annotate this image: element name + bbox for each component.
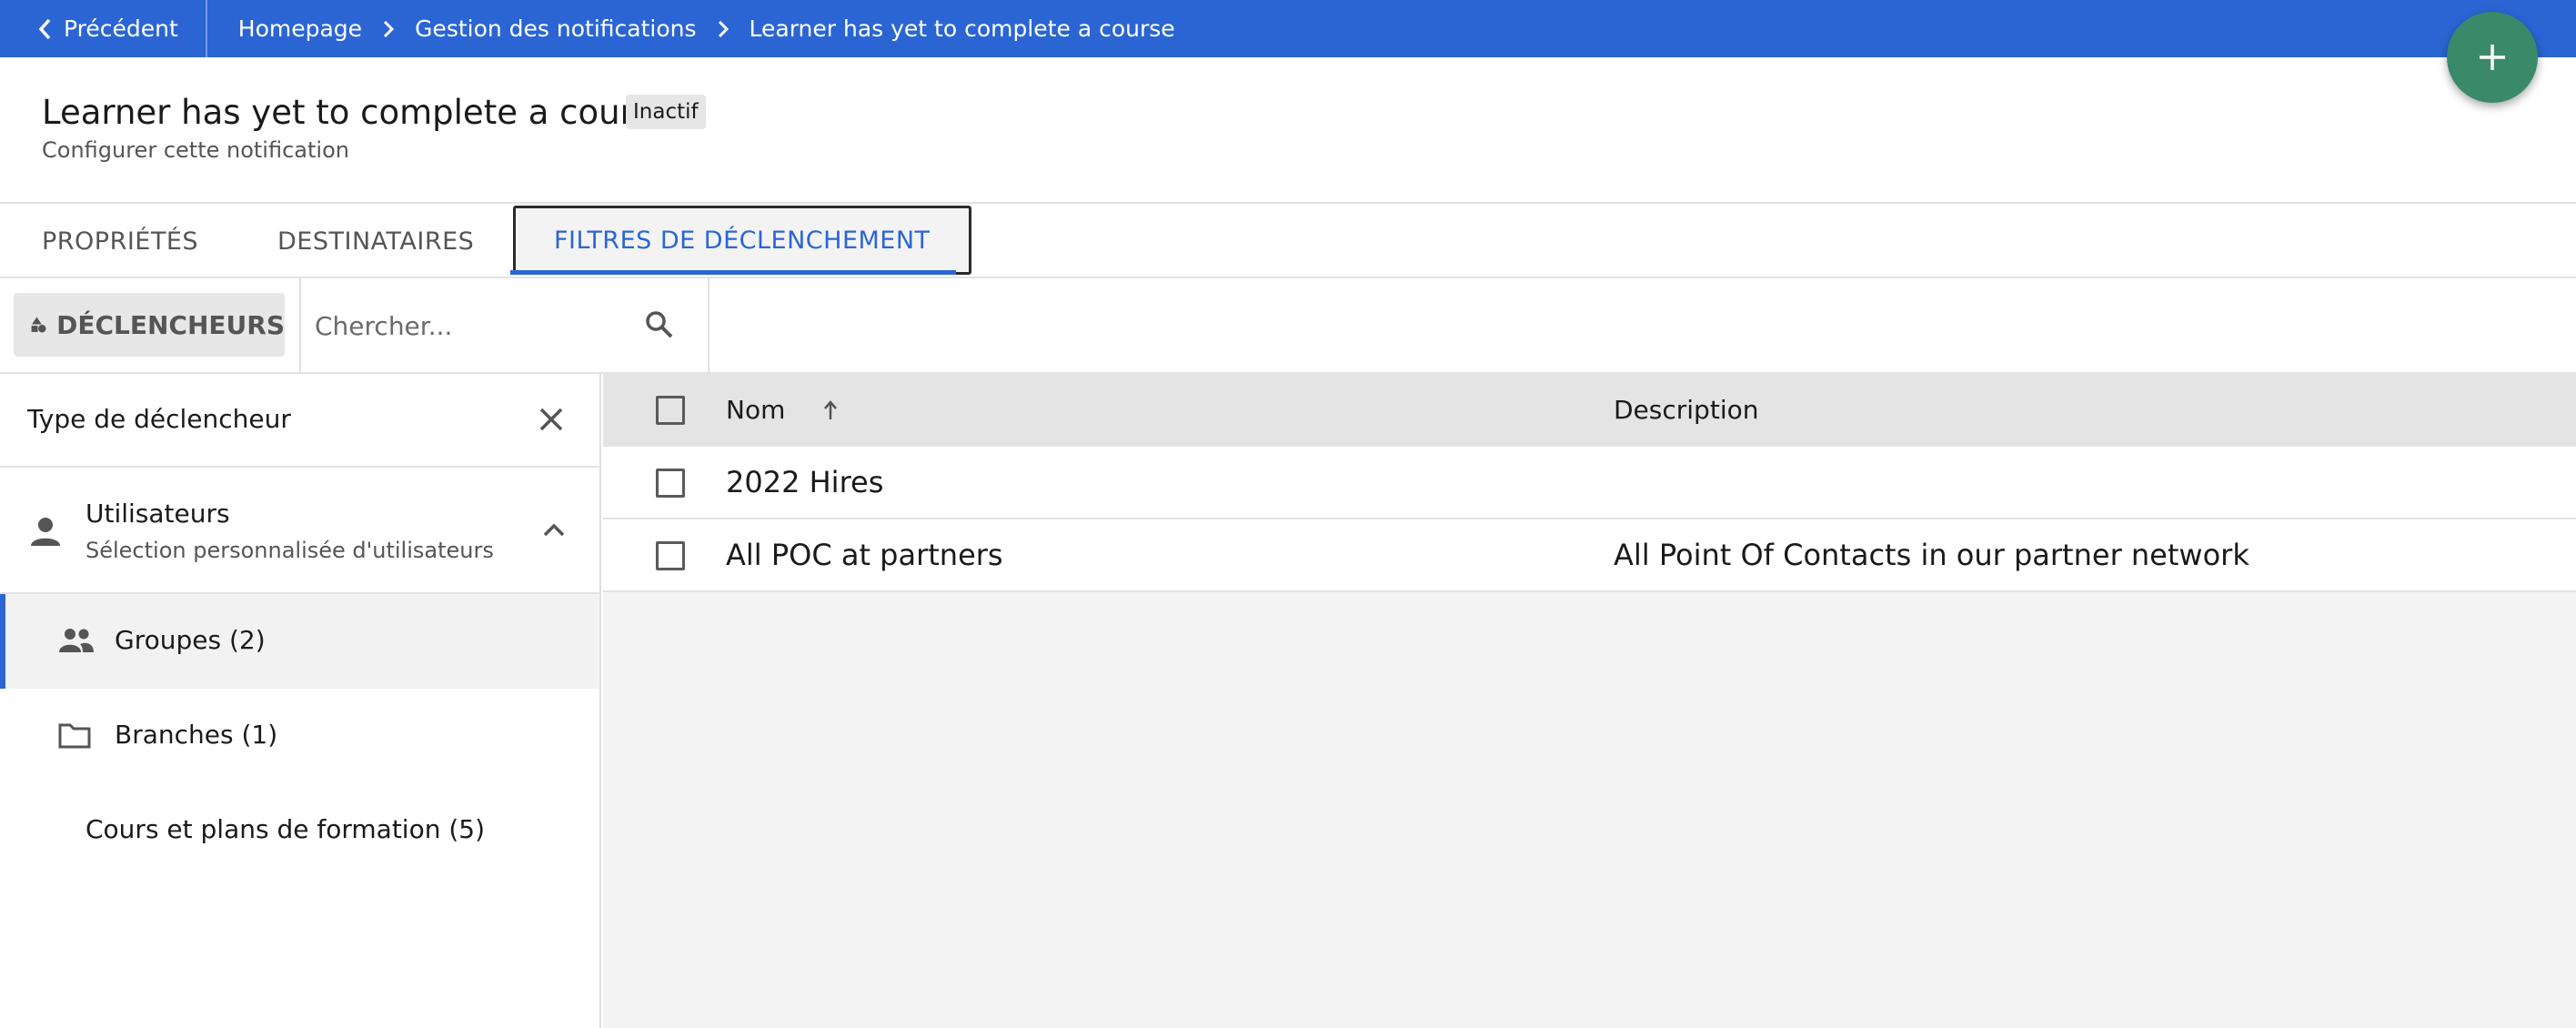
breadcrumb-current: Learner has yet to complete a course [749,15,1175,42]
status-badge: Inactif [626,95,706,129]
search-input[interactable] [315,302,615,349]
filter-item-label: Groupes (2) [115,625,266,655]
select-all-checkbox[interactable] [656,396,685,425]
tab-properties[interactable]: PROPRIÉTÉS [42,206,198,277]
page-title: Learner has yet to complete a course [42,93,672,132]
column-header-name[interactable]: Nom [726,395,785,425]
group-icon [59,629,94,652]
chevron-right-icon [382,19,395,39]
tab-recipients[interactable]: DESTINATAIRES [277,206,474,277]
cell-name: All POC at partners [726,538,1003,572]
toolbar: DÉCLENCHEURS [0,278,2576,373]
groups-table: Nom Description 2022 Hires All POC at pa… [603,374,2576,1028]
filter-item-label: Branches (1) [115,720,278,750]
person-icon [31,518,60,546]
folder-icon [58,723,91,749]
toolbar-divider [299,278,301,373]
row-checkbox[interactable] [656,469,685,498]
table-header: Nom Description [603,374,2576,447]
toolbar-divider [708,278,709,373]
panel-divider [0,466,599,468]
active-tab-indicator [510,270,956,275]
back-label: Précédent [64,15,178,42]
breadcrumb-notifications[interactable]: Gestion des notifications [415,15,696,42]
trigger-type-panel: Type de déclencheur Utilisateurs Sélecti… [0,374,601,1028]
cell-description: All Point Of Contacts in our partner net… [1614,538,2249,572]
row-checkbox[interactable] [656,541,685,570]
close-icon[interactable] [538,407,564,432]
tab-trigger-filters[interactable]: FILTRES DE DÉCLENCHEMENT [513,206,971,275]
column-header-description[interactable]: Description [1614,395,1758,425]
back-button[interactable]: Précédent [0,0,207,57]
triggers-button[interactable]: DÉCLENCHEURS [14,293,285,357]
top-bar: Précédent Homepage Gestion des notificat… [0,0,2576,57]
table-row[interactable]: 2022 Hires [603,447,2576,519]
filter-item-branches[interactable]: Branches (1) [0,689,599,783]
breadcrumb-homepage[interactable]: Homepage [238,15,362,42]
header-divider [0,202,2576,204]
search-icon[interactable] [644,309,675,340]
breadcrumb: Homepage Gestion des notifications Learn… [207,15,1175,42]
chevron-right-icon [717,19,730,39]
filter-item-groups[interactable]: Groupes (2) [0,594,599,689]
sort-ascending-icon[interactable] [823,399,838,421]
filter-item-label: Cours et plans de formation (5) [86,814,486,844]
panel-title: Type de déclencheur [27,404,291,434]
plus-icon [2480,45,2505,70]
filter-item-courses[interactable]: Cours et plans de formation (5) [0,783,599,878]
triggers-label: DÉCLENCHEURS [56,309,285,340]
chevron-up-icon[interactable] [542,521,566,538]
users-description: Sélection personnalisée d'utilisateurs [86,538,494,563]
shapes-icon [31,317,46,333]
users-label: Utilisateurs [86,499,230,529]
add-button[interactable] [2447,12,2538,103]
page-subtitle: Configurer cette notification [42,137,349,163]
chevron-left-icon [38,18,51,39]
table-row[interactable]: All POC at partners All Point Of Contact… [603,519,2576,592]
cell-name: 2022 Hires [726,465,884,499]
